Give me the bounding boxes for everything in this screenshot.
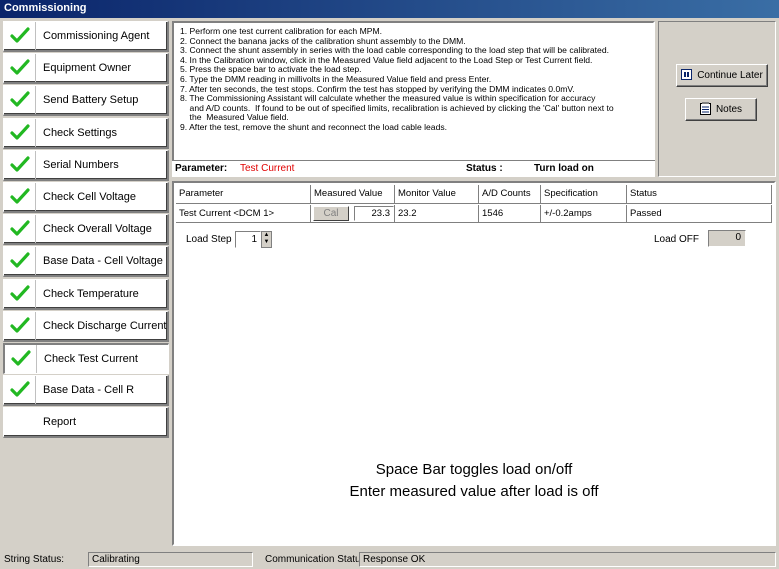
item-divider [35, 280, 36, 308]
string-status-label: String Status: [4, 554, 65, 565]
checkmark-icon [10, 252, 30, 270]
sidebar-item-label: Report [43, 416, 77, 428]
column-header[interactable]: Monitor Value [395, 185, 479, 204]
checkmark-icon [10, 91, 30, 109]
sidebar-item-check-discharge-current[interactable]: Check Discharge Current [3, 311, 169, 342]
checkmark-icon [10, 27, 30, 45]
pause-icon [681, 68, 693, 83]
sidebar-item-base-data-cell-voltage[interactable]: Base Data - Cell Voltage [3, 246, 169, 277]
item-divider [35, 22, 36, 50]
sidebar-item-equipment-owner[interactable]: Equipment Owner [3, 53, 169, 84]
item-divider [35, 54, 36, 82]
continue-later-button[interactable]: Continue Later [676, 64, 768, 87]
notepad-icon [699, 101, 711, 118]
sidebar-item-label: Check Cell Voltage [43, 191, 136, 203]
item-divider [35, 376, 36, 404]
item-divider [35, 312, 36, 340]
cell-ad-counts: 1546 [479, 205, 541, 223]
sidebar-item-check-cell-voltage[interactable]: Check Cell Voltage [3, 182, 169, 213]
comm-status-label: Communication Status: [265, 554, 369, 565]
item-divider [35, 247, 36, 275]
column-header[interactable]: Parameter [176, 185, 311, 204]
sidebar-item-label: Check Settings [43, 127, 117, 139]
column-header[interactable]: A/D Counts [479, 185, 541, 204]
table-row: Test Current <DCM 1> Cal 23.3 23.2 1546 … [176, 205, 772, 223]
parameter-status-line: Parameter: Test Current Status : Turn lo… [172, 160, 655, 177]
checkmark-icon [10, 285, 30, 303]
sidebar-item-label: Send Battery Setup [43, 94, 139, 106]
cell-specification: +/-0.2amps [541, 205, 627, 223]
sidebar-item-label: Check Test Current [44, 353, 138, 365]
notes-label: Notes [715, 104, 743, 115]
instructions-list: 1. Perform one test current calibration … [174, 23, 653, 133]
instruction-line: 9. After the test, remove the shunt and … [180, 121, 448, 132]
measured-value-input[interactable]: 23.3 [354, 206, 394, 221]
item-divider [35, 215, 36, 243]
continue-later-label: Continue Later [697, 70, 763, 81]
sidebar-item-label: Check Discharge Current [43, 320, 167, 332]
sidebar-item-report[interactable]: Report [3, 407, 169, 438]
cell-measured-value: Cal 23.3 [311, 205, 395, 223]
checkmark-icon [10, 124, 30, 142]
cal-button[interactable]: Cal [313, 206, 349, 221]
separator [172, 160, 655, 161]
cell-monitor-value: 23.2 [395, 205, 479, 223]
item-divider [36, 345, 37, 373]
instruction-message-2: Enter measured value after load is off [349, 483, 599, 500]
notes-button[interactable]: Notes [685, 98, 757, 121]
comm-status-value: Response OK [359, 552, 776, 567]
instructions-panel: 1. Perform one test current calibration … [172, 21, 655, 177]
status-bar: String Status: Calibrating Communication… [0, 551, 779, 569]
load-off-label: Load OFF [654, 234, 700, 245]
sidebar-item-commissioning-agent[interactable]: Commissioning Agent [3, 21, 169, 52]
sidebar-item-label: Commissioning Agent [43, 30, 150, 42]
sidebar-item-label: Check Overall Voltage [43, 223, 152, 235]
column-header[interactable]: Status [627, 185, 772, 204]
load-off-value: 0 [708, 230, 746, 247]
sidebar-item-send-battery-setup[interactable]: Send Battery Setup [3, 85, 169, 116]
window-client: Commissioning Agent Equipment Owner Send B… [0, 18, 779, 569]
checkmark-icon [10, 59, 30, 77]
sidebar-item-label: Base Data - Cell R [43, 384, 135, 396]
parameter-label: Parameter: [175, 163, 228, 174]
spinner-arrows-icon[interactable]: ▲ ▼ [261, 231, 272, 248]
sidebar-item-check-temperature[interactable]: Check Temperature [3, 279, 169, 310]
sidebar: Commissioning Agent Equipment Owner Send B… [3, 21, 169, 545]
checkmark-icon [10, 381, 30, 399]
checkmark-icon [10, 317, 30, 335]
load-step-label: Load Step [186, 234, 232, 245]
sidebar-item-label: Check Temperature [43, 288, 139, 300]
sidebar-item-label: Serial Numbers [43, 159, 119, 171]
window-title: Commissioning [0, 0, 779, 18]
checkmark-icon [10, 188, 30, 206]
sidebar-item-base-data-cell-r[interactable]: Base Data - Cell R [3, 375, 169, 406]
checkmark-icon [11, 350, 31, 368]
column-header[interactable]: Measured Value [311, 185, 395, 204]
cell-status: Passed [627, 205, 772, 223]
sidebar-item-check-overall-voltage[interactable]: Check Overall Voltage [3, 214, 169, 245]
parameter-value: Test Current [240, 163, 295, 174]
status-value: Turn load on [534, 163, 594, 174]
table-header: Parameter Measured Value Monitor Value A/D … [176, 185, 772, 204]
item-divider [35, 151, 36, 179]
checkmark-icon [10, 220, 30, 238]
checkmark-icon [10, 156, 30, 174]
item-divider [35, 119, 36, 147]
sidebar-item-check-settings[interactable]: Check Settings [3, 118, 169, 149]
load-step-spinner[interactable]: 1 ▲ ▼ [235, 231, 275, 248]
item-divider [35, 183, 36, 211]
sidebar-item-serial-numbers[interactable]: Serial Numbers [3, 150, 169, 181]
item-divider [35, 86, 36, 114]
status-label: Status : [466, 163, 503, 174]
instruction-message-1: Space Bar toggles load on/off [375, 461, 573, 478]
sidebar-item-label: Equipment Owner [43, 62, 132, 74]
calibration-grid-area: Parameter Measured Value Monitor Value A/D … [172, 181, 776, 546]
sidebar-item-check-test-current[interactable]: Check Test Current [3, 343, 169, 374]
cell-parameter: Test Current <DCM 1> [176, 205, 311, 223]
sidebar-item-label: Base Data - Cell Voltage [43, 255, 163, 267]
load-step-value[interactable]: 1 [235, 231, 261, 248]
column-header[interactable]: Specification [541, 185, 627, 204]
string-status-value: Calibrating [88, 552, 253, 567]
